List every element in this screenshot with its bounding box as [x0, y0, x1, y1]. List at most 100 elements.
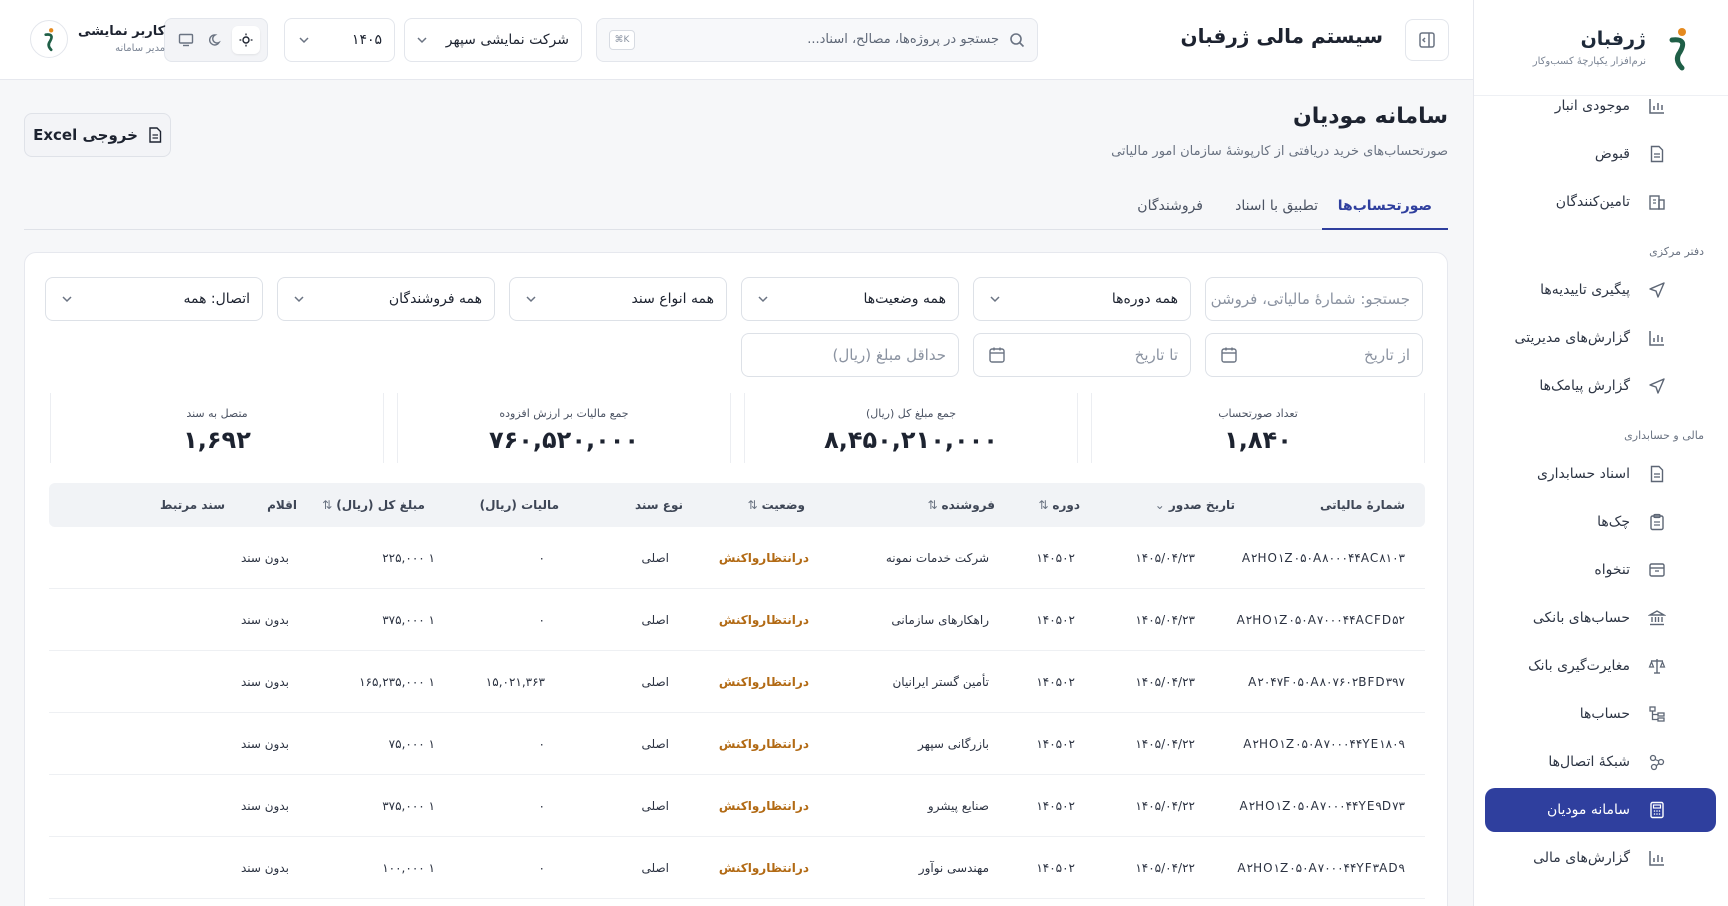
status-cell: درانتظارواکنش [718, 613, 809, 627]
sidebar-item[interactable]: حساب‌ها [1473, 690, 1728, 738]
chart-icon [1648, 97, 1666, 115]
doc-type-cell: اصلی [641, 737, 670, 751]
column-header[interactable]: مبلغ کل (ریال)⇅ [322, 498, 425, 512]
tab-match-documents[interactable]: تطبیق با اسناد [1235, 198, 1318, 230]
seller-cell: شرکت خدمات نمونه [885, 551, 989, 565]
chevron-down-icon [62, 296, 72, 303]
user-role: مدیر سامانه [115, 43, 166, 54]
sidebar-item[interactable]: مغایرت‌گیری بانک [1473, 642, 1728, 690]
link-select[interactable]: اتصال: همه [45, 277, 263, 321]
sidebar-item-label: تامین‌کنندگان [1555, 194, 1630, 210]
status-cell: درانتظارواکنش [718, 799, 809, 813]
sidebar-item-label: موجودی انبار [1554, 98, 1630, 114]
vat-cell: ۰ [538, 737, 545, 751]
avatar [30, 20, 68, 58]
sidebar-item-label: گزارش‌های مدیریتی [1514, 330, 1630, 346]
document-icon [1648, 465, 1666, 483]
sidebar-toggle-button[interactable] [1405, 19, 1449, 61]
sidebar-item[interactable]: گزارش‌های مدیریتی [1473, 314, 1728, 362]
table-row[interactable]: A۲HO۱Z۰۵۰A۸۰۰۰۴۴AC۸۱۰۳ ۱۴۰۵/۰۴/۲۳ ۱۴۰۵۰۲ شر… [49, 527, 1425, 589]
sidebar-item[interactable]: پیگیری تاییدیه‌ها [1473, 266, 1728, 314]
sidebar-item[interactable]: چک‌ها [1473, 498, 1728, 546]
search-placeholder: جستجو در پروژه‌ها، مصالح، اسناد... [807, 32, 999, 47]
page-header: سامانه مودیان صورتحساب‌های خرید دریافتی … [24, 100, 1448, 160]
sidebar-nav[interactable]: موجودی انبار قبوض تامین‌کنندگان دفتر مرکزی پ… [1473, 96, 1728, 886]
sidebar-item[interactable]: حساب‌های بانکی [1473, 594, 1728, 642]
tab-invoices[interactable]: صورتحساب‌ها [1321, 198, 1448, 230]
sidebar-item-label: مغایرت‌گیری بانک [1528, 658, 1630, 674]
sidebar-item[interactable]: گزارش‌های مالی [1473, 834, 1728, 882]
doc-type-cell: اصلی [641, 613, 670, 627]
column-header-label: مالیات (ریال) [479, 498, 559, 512]
column-header: سند مرتبط [160, 498, 225, 512]
invoice-search-input[interactable]: جستجو: شمارهٔ مالیاتی، فروشن [1205, 277, 1423, 321]
sidebar-item-label: اسناد حسابداری [1536, 466, 1630, 482]
column-header[interactable]: تاریخ صدور⌄ [1155, 498, 1235, 512]
table-row[interactable]: A۲HO۱Z۰۵۰A۷۰۰۰۴۴YE۱۸۰۹ ۱۴۰۵/۰۴/۲۲ ۱۴۰۵۰۲ با… [49, 713, 1425, 775]
company-select-value: شرکت نمایشی سپهر [445, 32, 569, 48]
sidebar-item[interactable]: گزارش پیامک‌ها [1473, 362, 1728, 410]
topbar: سیستم مالی ژرفبان جستجو در پروژه‌ها، مصا… [0, 0, 1473, 80]
document-icon [1648, 145, 1666, 163]
vat-cell: ۱۵,۰۲۱,۳۶۳ [485, 675, 545, 689]
sun-icon[interactable] [232, 26, 260, 54]
period-select[interactable]: همه دوره‌ها [973, 277, 1191, 321]
to-date-placeholder: تا تاریخ [1134, 346, 1178, 364]
issue-date-cell: ۱۴۰۵/۰۴/۲۲ [1135, 737, 1195, 751]
sidebar-item[interactable]: تامین‌کنندگان [1473, 178, 1728, 226]
tabs: صورتحساب‌ها تطبیق با اسناد فروشندگان [24, 186, 1448, 230]
brand[interactable]: ژرفبان نرم‌افزار یکپارچهٔ کسب‌وکار [1474, 0, 1728, 96]
sidebar-item[interactable]: شبکهٔ اتصال‌ها [1473, 738, 1728, 786]
doc-type-select[interactable]: همه انواع سند [509, 277, 727, 321]
moon-icon[interactable] [202, 26, 230, 54]
sidebar-item[interactable]: سامانه مودیان [1485, 788, 1716, 832]
sidebar: ژرفبان نرم‌افزار یکپارچهٔ کسب‌وکار موجود… [1473, 0, 1728, 906]
period-cell: ۱۴۰۵۰۲ [1036, 861, 1075, 875]
sidebar-item[interactable]: قبوض [1473, 130, 1728, 178]
table-row[interactable]: A۲۰۴۷F۰۵۰A۸۰۷۶۰۲BFD۳۹۷ ۱۴۰۵/۰۴/۲۳ ۱۴۰۵۰۲ تأ… [49, 651, 1425, 713]
column-header[interactable]: وضعیت⇅ [748, 498, 806, 512]
page-subtitle: صورتحساب‌های خرید دریافتی از کارپوشهٔ سا… [1111, 144, 1448, 159]
table-row[interactable]: A۲HO۱Z۰۵۰A۷۰۰۰۴۴ACFD۵۲ ۱۴۰۵/۰۴/۲۳ ۱۴۰۵۰۲ را… [49, 589, 1425, 651]
table-row[interactable]: A۲HO۱Z۰۵۰A۷۰۰۰۴۴YE۹D۷۳ ۱۴۰۵/۰۴/۲۲ ۱۴۰۵۰۲ صن… [49, 775, 1425, 837]
total-amount-cell: ۱ ۱۰۰,۰۰۰ [382, 861, 435, 875]
issue-date-cell: ۱۴۰۵/۰۴/۲۳ [1135, 613, 1195, 627]
from-date-input[interactable]: از تاریخ [1205, 333, 1423, 377]
column-header: نوع سند [635, 498, 683, 512]
table-row[interactable]: A۲HO۱Z۰۵۰A۷۰۰۰۴۴YF۳AD۹ ۱۴۰۵/۰۴/۲۲ ۱۴۰۵۰۲ مه… [49, 837, 1425, 899]
file-spreadsheet-icon [149, 127, 162, 143]
search-shortcut: K⌘ [609, 30, 635, 50]
tax-id-cell: A۲HO۱Z۰۵۰A۸۰۰۰۴۴AC۸۱۰۳ [1241, 551, 1405, 565]
chevron-down-icon [294, 296, 304, 303]
sort-icon: ⇅ [927, 498, 938, 512]
global-search-input[interactable]: جستجو در پروژه‌ها، مصالح، اسناد... K⌘ [596, 18, 1038, 62]
user-menu[interactable]: کاربر نمایشی مدیر سامانه [30, 20, 165, 58]
seller-select[interactable]: همه فروشندگان [277, 277, 495, 321]
sidebar-item-label: شبکهٔ اتصال‌ها [1548, 754, 1630, 770]
sidebar-item-label: حساب‌های بانکی [1532, 610, 1630, 626]
sidebar-item-label: حساب‌ها [1579, 706, 1630, 722]
tax-id-cell: A۲HO۱Z۰۵۰A۷۰۰۰۴۴YE۹D۷۳ [1239, 799, 1405, 813]
stat-value: ۱,۸۴۰ [1224, 426, 1292, 454]
related-doc-cell: بدون سند [240, 551, 289, 565]
seller-cell: مهندسی نوآور [918, 861, 989, 875]
vat-cell: ۰ [538, 613, 545, 627]
stat-value: ۷۶۰,۵۲۰,۰۰۰ [488, 426, 640, 454]
sidebar-item[interactable]: اسناد حسابداری [1473, 450, 1728, 498]
fiscal-year-select[interactable]: ۱۴۰۵ [284, 18, 395, 62]
tab-sellers[interactable]: فروشندگان [1137, 198, 1203, 230]
tax-id-cell: A۲HO۱Z۰۵۰A۷۰۰۰۴۴YF۳AD۹ [1237, 861, 1405, 875]
column-header[interactable]: فروشنده⇅ [927, 498, 995, 512]
monitor-icon[interactable] [172, 26, 200, 54]
company-select[interactable]: شرکت نمایشی سپهر [404, 18, 582, 62]
sidebar-item[interactable]: تنخواه [1473, 546, 1728, 594]
to-date-input[interactable]: تا تاریخ [973, 333, 1191, 377]
export-excel-button[interactable]: خروجی Excel [24, 113, 171, 157]
min-amount-input[interactable]: حداقل مبلغ (ریال) [741, 333, 959, 377]
sidebar-item[interactable]: موجودی انبار [1473, 96, 1728, 130]
sidebar-item-label: گزارش پیامک‌ها [1539, 378, 1630, 394]
status-select[interactable]: همه وضعیت‌ها [741, 277, 959, 321]
column-header[interactable]: دوره⇅ [1038, 498, 1080, 512]
doc-type-cell: اصلی [641, 551, 670, 565]
chart-icon [1648, 329, 1666, 347]
